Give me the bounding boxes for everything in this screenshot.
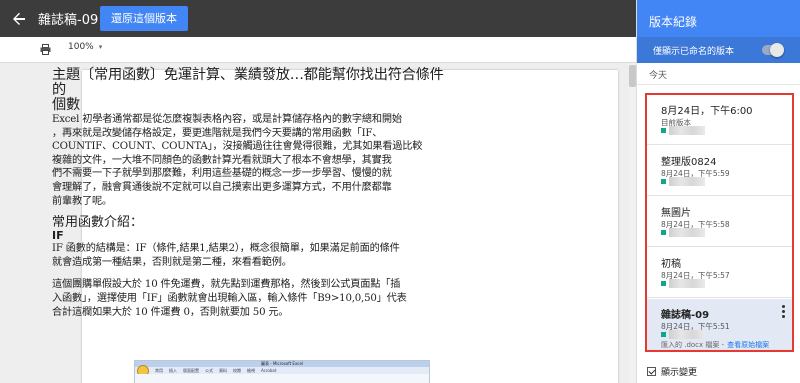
named-only-label: 僅顯示已命名的版本 (653, 46, 735, 57)
version-list: 8月24日，下午6:00 目前版本 整理版0824 8月24日，下午5:59 無圖片 8月… (645, 93, 794, 352)
paragraph-line: Excel 初學者通常都是從怎麼複製表格內容，或是計算儲存格內的數字總和開始 (52, 114, 402, 125)
document-title: 雜誌稿-09 (38, 13, 99, 28)
redacted-author-name (669, 126, 705, 135)
version-title: 8月24日，下午6:00 (661, 106, 753, 117)
embedded-tab: 公式 (205, 368, 213, 373)
toggle-knob (770, 43, 784, 57)
paragraph-line: 會理解了，融會貫通後說不定就可以自己摸索出更多運算方式，不用什麼都靠 (52, 181, 392, 193)
paragraph-line: 複雜的文件，一大堆不同顏色的函數計算光看就頭大了根本不會想學，其實我 (52, 154, 392, 166)
section-label: 今天 (637, 63, 800, 85)
scrollbar-thumb[interactable] (629, 65, 636, 87)
named-only-toggle[interactable] (762, 43, 784, 57)
embedded-tab: 校閱 (233, 368, 241, 373)
author-color-square (661, 281, 666, 286)
paragraph-line: 們不需要一下子就學到那麼難，利用這些基礎的概念一步一步學習、慢慢的就 (52, 168, 392, 180)
paragraph-line: 入函數」，選擇使用「IF」函數就會出現輸入區，輸入條件「B9>10,0,50」代… (52, 292, 407, 304)
chevron-down-icon: ▾ (98, 43, 103, 51)
version-note: 匯入的 .docx 檔案 - 查看原始檔案 (661, 340, 769, 350)
top-header: 雜誌稿-09 還原這個版本 (0, 0, 636, 37)
if-paragraph: IF 函數的結構是：IF（條件,結果1,結果2），概念很簡單，如果滿足前面的條件… (52, 242, 452, 269)
subsection-heading: IF (52, 229, 64, 243)
version-title: 初稿 (661, 259, 681, 270)
restore-version-button[interactable]: 還原這個版本 (100, 6, 188, 31)
panel-title: 版本紀錄 (637, 0, 800, 37)
embedded-tab: 資料 (219, 368, 227, 373)
embedded-ribbon-tabs: 常用 插入 版面配置 公式 資料 校閱 檢視 Acrobat (155, 368, 423, 373)
toolbar: 100% ▾ (0, 37, 636, 63)
embedded-ribbon-body (135, 374, 429, 383)
example-paragraph: 這個團購單假設大於 10 件免運費，就先點到運費那格，然後到公式頁面點「插 入函數… (52, 278, 452, 319)
paragraph-line: IF 函數的結構是：IF（條件,結果1,結果2），概念很簡單，如果滿足前面的條件 (52, 243, 400, 255)
version-item[interactable]: 無圖片 8月24日，下午5:58 (647, 197, 792, 247)
embedded-tab: 版面配置 (183, 368, 199, 373)
version-title: 整理版0824 (661, 157, 717, 168)
intro-paragraph: Excel 初學者通常都是從怎麼複製表格內容，或是計算儲存格內的數字總和開始 ，再… (52, 113, 452, 208)
doc-title-line: 主題〔常用函數〕免運計算、業績發放…都能幫你找出符合條件的 (52, 67, 444, 98)
named-only-row: 僅顯示已命名的版本 (637, 37, 800, 63)
paragraph-line: 合計這欄如果大於 10 件運費 0，否則就要加 50 元。 (52, 306, 289, 318)
embedded-tab: 檢視 (247, 368, 255, 373)
show-changes-checkbox[interactable] (647, 367, 656, 376)
embedded-tab: Acrobat (261, 368, 277, 373)
embedded-tab: 常用 (155, 368, 163, 373)
redacted-author-name (669, 177, 705, 186)
section-heading: 常用函數介紹： (52, 215, 144, 231)
zoom-value: 100% (68, 42, 94, 52)
show-changes-label: 顯示變更 (661, 368, 698, 378)
embedded-excel-screenshot: 圖表 - Microsoft Excel 常用 插入 版面配置 公式 資料 校閱 檢視 Acr… (134, 360, 430, 383)
paragraph-line: COUNTIF、COUNT、COUNTA」，沒接觸過往往會覺得很難，尤其如果看過… (52, 141, 423, 153)
redacted-author-name (669, 330, 705, 339)
version-item[interactable]: 8月24日，下午6:00 目前版本 (647, 95, 792, 145)
paragraph-line: 前輩教了呢。 (52, 195, 112, 207)
document-body: 主題〔常用函數〕免運計算、業績發放…都能幫你找出符合條件的 個數 Excel 初… (52, 68, 452, 319)
view-original-file-link[interactable]: 查看原始檔案 (727, 341, 769, 349)
redacted-author-name (669, 279, 705, 288)
version-item[interactable]: 整理版0824 8月24日，下午5:59 (647, 146, 792, 196)
embedded-window-title: 圖表 - Microsoft Excel (135, 361, 429, 367)
paragraph-line: 就會造成第一種結果，否則就是第二種，來看看範例。 (52, 256, 292, 268)
paragraph-line: 這個團購單假設大於 10 件免運費，就先點到運費那格，然後到公式頁面點「插 (52, 279, 401, 291)
vertical-scrollbar[interactable] (629, 63, 636, 383)
doc-title-line: 個數 (52, 97, 80, 113)
arrow-left-icon[interactable] (0, 0, 38, 37)
more-vert-icon[interactable] (782, 305, 786, 318)
version-title: 無圖片 (661, 208, 691, 219)
version-item[interactable]: 初稿 8月24日，下午5:57 (647, 248, 792, 298)
version-item[interactable]: 雜誌稿-09 8月24日，下午5:51 匯入的 .docx 檔案 - 查看原始檔案 (647, 299, 792, 350)
author-color-square (661, 128, 666, 133)
paragraph-line: ，再來就是改變儲存格設定，要更進階就是我們今天要講的常用函數「IF、 (52, 127, 383, 139)
version-title: 雜誌稿-09 (661, 310, 710, 321)
version-history-panel: 版本紀錄 僅顯示已命名的版本 今天 8月24日，下午6:00 目前版本 整理版082… (636, 0, 800, 383)
redacted-author-name (669, 228, 705, 237)
author-color-square (661, 179, 666, 184)
embedded-tab: 插入 (169, 368, 177, 373)
zoom-select[interactable]: 100% ▾ (68, 42, 102, 52)
author-color-square (661, 230, 666, 235)
author-color-square (661, 332, 666, 337)
print-icon[interactable] (40, 44, 51, 55)
show-changes-row[interactable]: 顯示變更 (647, 365, 697, 378)
version-note-text: 匯入的 .docx 檔案 - (661, 341, 725, 349)
